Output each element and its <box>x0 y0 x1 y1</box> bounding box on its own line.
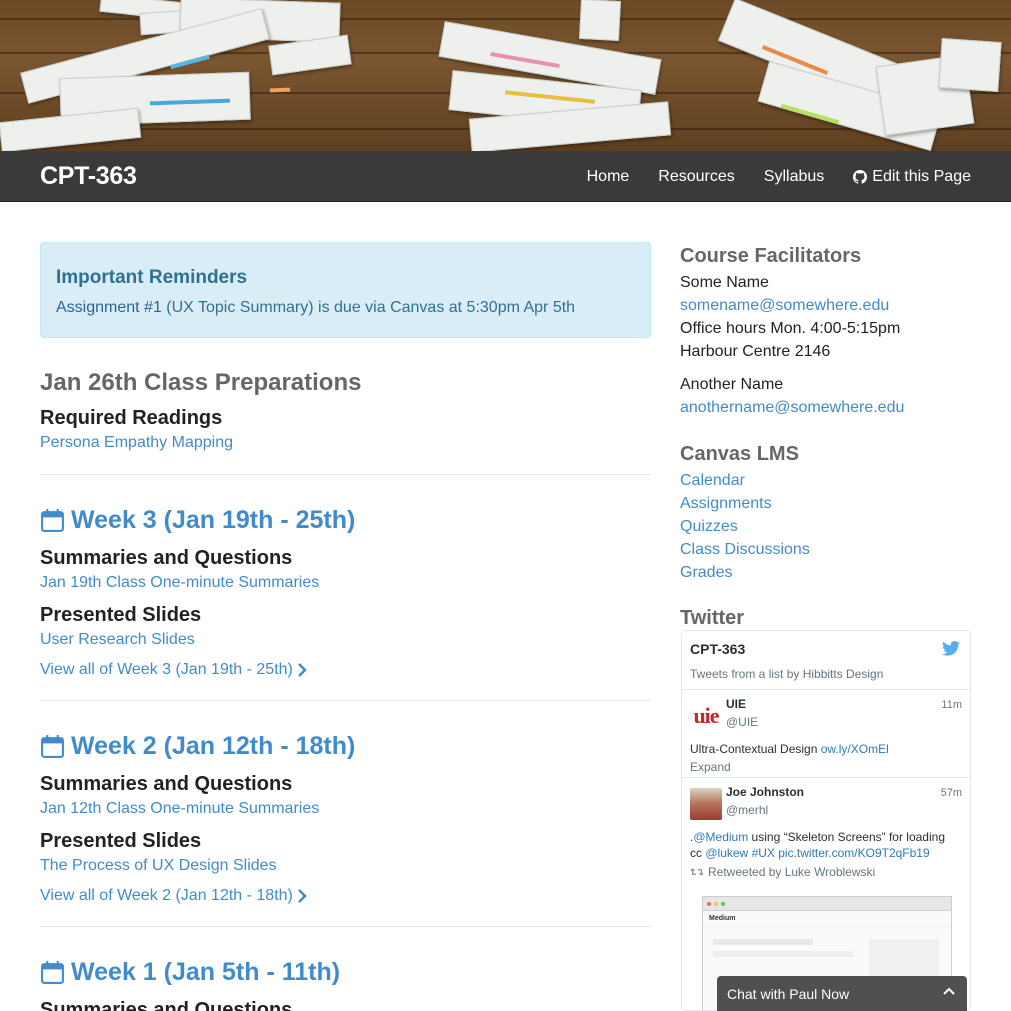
required-readings-heading: Required Readings <box>40 407 223 429</box>
canvas-quizzes-link[interactable]: Quizzes <box>680 518 971 535</box>
nav-syllabus-link[interactable]: Syllabus <box>764 168 824 186</box>
divider <box>40 700 651 701</box>
week-section: Week 2 (Jan 12th - 18th) Summaries and Q… <box>40 732 651 905</box>
week-title-label: Week 2 (Jan 12th - 18th) <box>71 732 356 760</box>
week-section: Week 3 (Jan 19th - 25th) Summaries and Q… <box>40 506 651 679</box>
preview-brand: Medium <box>703 911 951 927</box>
view-all-label: View all of Week 3 (Jan 19th - 25th) <box>40 661 293 678</box>
tweet-author-handle[interactable]: @UIE <box>726 715 758 729</box>
header-banner-image <box>0 0 1011 151</box>
summaries-heading: Summaries and Questions <box>40 999 293 1011</box>
divider <box>40 474 651 475</box>
tweet-mention[interactable]: @Medium <box>693 830 748 844</box>
twitter-title: Twitter <box>680 607 745 629</box>
summaries-heading: Summaries and Questions <box>40 547 293 569</box>
slides-heading: Presented Slides <box>40 604 202 626</box>
facilitator-email-link[interactable]: anothername@somewhere.edu <box>680 399 971 416</box>
view-all-label: View all of Week 2 (Jan 12th - 18th) <box>40 887 293 904</box>
twitter-list-name[interactable]: CPT-363 <box>690 641 962 657</box>
facilitator-name: Some Name <box>680 274 769 291</box>
retweet-label: Retweeted by Luke Wroblewski <box>708 865 876 879</box>
twitter-timeline-widget: CPT-363 Tweets from a list by Hibbitts D… <box>681 630 971 1011</box>
tweet-avatar[interactable]: uie <box>690 700 722 732</box>
canvas-calendar-link[interactable]: Calendar <box>680 472 971 489</box>
github-icon <box>853 169 868 184</box>
week-title[interactable]: Week 2 (Jan 12th - 18th) <box>40 732 651 761</box>
reminders-title: Important Reminders <box>56 267 248 288</box>
facilitators-title: Course Facilitators <box>680 245 862 267</box>
canvas-discussions-link[interactable]: Class Discussions <box>680 541 971 558</box>
week-title-label: Week 1 (Jan 5th - 11th) <box>71 958 341 986</box>
facilitator-name: Another Name <box>680 376 784 393</box>
nav-home-link[interactable]: Home <box>587 168 630 186</box>
reminder-detail: (UX Topic Summary) is due via Canvas at … <box>161 299 576 316</box>
tweet-expand[interactable]: Expand <box>690 760 962 780</box>
slides-link[interactable]: The Process of UX Design Slides <box>40 857 651 875</box>
chevron-up-icon[interactable] <box>943 987 955 995</box>
tweet-author-name[interactable]: Joe Johnston <box>726 785 804 799</box>
twitter-bird-icon[interactable] <box>942 641 960 656</box>
persona-empathy-link[interactable]: Persona Empathy Mapping <box>40 434 651 452</box>
nav-resources-link[interactable]: Resources <box>658 168 734 186</box>
tweet-text: Ultra-Contextual Design <box>690 742 821 756</box>
tweet-author-handle[interactable]: @merhl <box>726 803 768 817</box>
class-prep-title: Jan 26th Class Preparations <box>40 369 362 396</box>
slides-heading: Presented Slides <box>40 830 202 852</box>
canvas-assignments-link[interactable]: Assignments <box>680 495 971 512</box>
retweet-icon <box>690 868 704 876</box>
chevron-right-icon <box>297 663 307 677</box>
canvas-grades-link[interactable]: Grades <box>680 564 971 581</box>
summaries-link[interactable]: Jan 19th Class One-minute Summaries <box>40 574 651 592</box>
nav-edit-page-link[interactable]: Edit this Page <box>853 168 971 186</box>
main-content: Important Reminders Assignment #1 (UX To… <box>40 242 651 1011</box>
tweet-avatar[interactable] <box>690 788 722 820</box>
slides-link[interactable]: User Research Slides <box>40 631 651 649</box>
divider <box>40 926 651 927</box>
twitter-list-subtitle: Tweets from a list by Hibbitts Design <box>690 667 884 681</box>
office-location: Harbour Centre 2146 <box>680 343 831 360</box>
tweet-link[interactable]: ow.ly/XOmEl <box>821 742 889 756</box>
facilitator-email-link[interactable]: somename@somewhere.edu <box>680 297 971 314</box>
chat-label: Chat with Paul Now <box>727 986 850 1002</box>
calendar-icon <box>41 735 64 758</box>
week-title[interactable]: Week 3 (Jan 19th - 25th) <box>40 506 651 535</box>
tweet-text: cc <box>690 846 706 860</box>
view-all-week-link[interactable]: View all of Week 2 (Jan 12th - 18th) <box>40 887 651 905</box>
reminders-alert: Important Reminders Assignment #1 (UX To… <box>40 242 651 338</box>
tweet-mention[interactable]: @lukew <box>705 846 748 860</box>
summaries-link[interactable]: Jan 12th Class One-minute Summaries <box>40 800 651 818</box>
calendar-icon <box>41 961 64 984</box>
tweet-text: using “Skeleton Screens” for loading <box>748 830 945 844</box>
week-title-label: Week 3 (Jan 19th - 25th) <box>71 506 356 534</box>
nav-links: Home Resources Syllabus Edit this Page <box>587 151 971 202</box>
assignment-link[interactable]: Assignment #1 <box>56 299 162 316</box>
view-all-week-link[interactable]: View all of Week 3 (Jan 19th - 25th) <box>40 661 651 679</box>
tweet-pic-link[interactable]: pic.twitter.com/KO9T2qFb19 <box>778 846 929 860</box>
chevron-right-icon <box>297 889 307 903</box>
tweet-time[interactable]: 11m <box>941 699 962 711</box>
office-hours: Office hours Mon. 4:00-5:15pm <box>680 320 901 337</box>
uie-logo: uie <box>693 703 719 728</box>
week-section: Week 1 (Jan 5th - 11th) Summaries and Qu… <box>40 958 651 1011</box>
chat-widget[interactable]: Chat with Paul Now <box>717 976 967 1011</box>
summaries-heading: Summaries and Questions <box>40 773 293 795</box>
tweet-author-name[interactable]: UIE <box>726 697 746 711</box>
top-navbar: CPT-363 Home Resources Syllabus Edit thi… <box>0 151 1011 202</box>
reminders-text: Assignment #1 (UX Topic Summary) is due … <box>56 299 635 317</box>
calendar-icon <box>41 509 64 532</box>
tweet-time[interactable]: 57m <box>941 787 962 799</box>
tweet: uie UIE @UIE 11m Ultra-Contextual Design… <box>682 690 970 778</box>
canvas-lms-title: Canvas LMS <box>680 443 799 465</box>
sidebar: Course Facilitators Some Name somename@s… <box>680 245 971 630</box>
nav-edit-page-label: Edit this Page <box>872 167 971 185</box>
tweet-hashtag[interactable]: #UX <box>752 846 775 860</box>
retweet-indicator: Retweeted by Luke Wroblewski <box>690 865 962 879</box>
week-title[interactable]: Week 1 (Jan 5th - 11th) <box>40 958 651 987</box>
site-brand[interactable]: CPT-363 <box>40 162 137 191</box>
twitter-widget-header: CPT-363 Tweets from a list by Hibbitts D… <box>682 631 970 690</box>
